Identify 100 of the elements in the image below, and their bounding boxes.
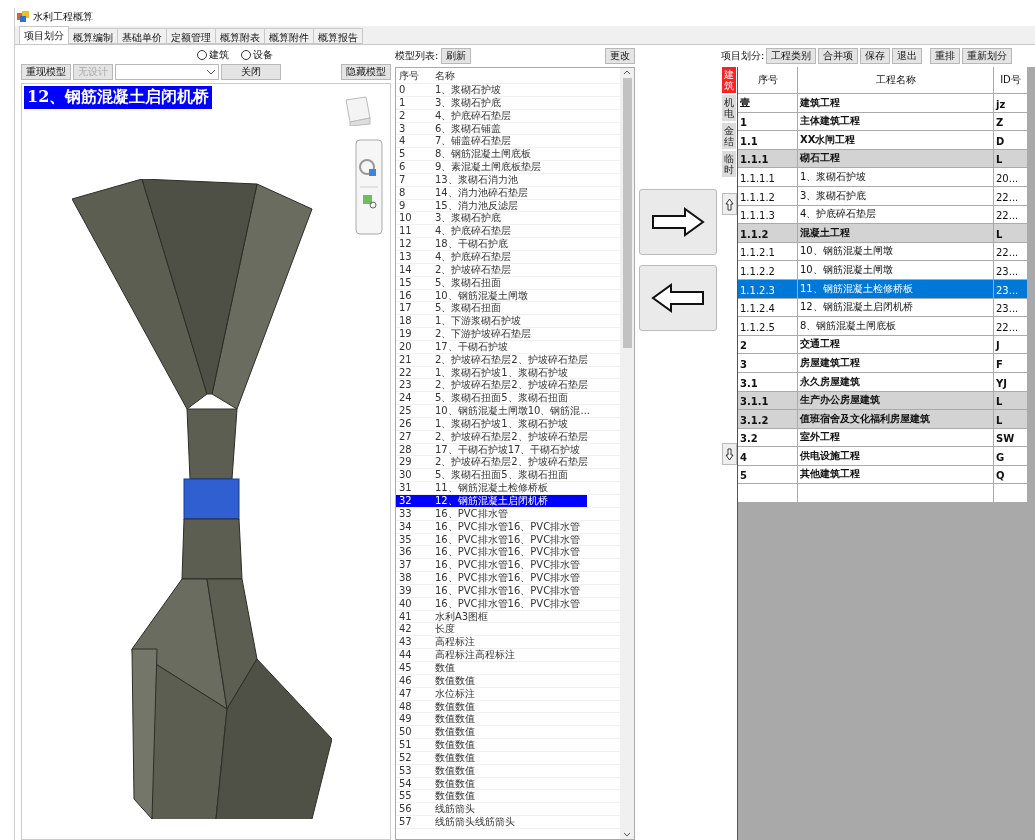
toolbar-button[interactable]: 重新划分 [962,48,1013,64]
model-name[interactable]: 16、PVC排水管16、PVC排水管 [432,546,587,559]
model-name[interactable]: 2、护坡碎石垫层2、护坡碎石垫层 [432,430,587,443]
model-name[interactable]: 16、PVC排水管 [432,507,587,520]
model-name[interactable]: 18、干砌石护底 [432,238,587,251]
move-down-button[interactable] [721,443,737,465]
radio-button[interactable]: 建筑 [197,48,229,62]
navigation-bar-icon[interactable] [355,139,383,235]
radio-button[interactable]: 设备 [241,48,273,62]
toolbar-button[interactable]: 重现模型 [21,64,71,80]
model-name[interactable]: 11、钢筋混凝土检修桥板 [432,482,587,495]
model-name[interactable]: 数值数值 [432,790,587,803]
model-name[interactable]: 2、护坡碎石垫层2、护坡碎石垫层 [432,379,587,392]
project-name[interactable]: 值班宿舍及文化福利房屋建筑 [798,410,994,429]
side-tab[interactable]: 建筑 [722,67,736,93]
model-name[interactable]: 10、钢筋混凝土闸墩 [432,289,587,302]
model-name[interactable]: 16、PVC排水管16、PVC排水管 [432,584,587,597]
tab[interactable]: 概算附件 [264,28,314,44]
toolbar-button[interactable]: 合并项 [818,48,859,64]
model-name[interactable]: 高程标注 [432,636,587,649]
model-name[interactable]: 16、PVC排水管16、PVC排水管 [432,533,587,546]
model-name[interactable]: 6、浆砌石铺盖 [432,122,587,135]
project-name[interactable]: 房屋建筑工程 [798,354,994,373]
model-name[interactable]: 2、护坡碎石垫层2、护坡碎石垫层 [432,456,587,469]
model-name[interactable]: 16、PVC排水管16、PVC排水管 [432,572,587,585]
side-tab[interactable]: 临时 [722,151,736,177]
model-name[interactable]: 12、钢筋混凝土启闭机桥 [432,495,587,507]
model-name[interactable]: 1、下游浆砌石护坡 [432,315,587,328]
model-name[interactable]: 数值 [432,661,587,674]
model-name[interactable]: 水位标注 [432,687,587,700]
model-name[interactable]: 线筋箭头线筋箭头 [432,816,587,829]
toolbar-button[interactable]: 工程类别 [766,48,817,64]
model-name[interactable]: 数值数值 [432,674,587,687]
model-name[interactable]: 3、浆砌石护底 [432,212,587,225]
project-name[interactable]: 8、钢筋混凝土闸底板 [798,317,994,336]
model-name[interactable]: 7、铺盖碎石垫层 [432,135,587,148]
model-name[interactable]: 17、干砌石护坡17、干砌石护坡 [432,443,587,456]
project-name[interactable]: 10、钢筋混凝土闸墩 [798,261,994,280]
model-name[interactable]: 5、浆砌石扭面5、浆砌石扭面 [432,469,587,482]
side-tab[interactable]: 金结 [722,123,736,149]
model-name[interactable]: 水利A3图框 [432,610,587,623]
model-name[interactable]: 1、浆砌石护坡1、浆砌石护坡 [432,417,587,430]
change-button[interactable]: 更改 [605,48,635,64]
model-name[interactable]: 数值数值 [432,700,587,713]
model-name[interactable]: 2、护坡碎石垫层2、护坡碎石垫层 [432,353,587,366]
close-button[interactable]: 关闭 [221,64,281,80]
project-name[interactable]: 混凝土工程 [798,224,994,243]
tab[interactable]: 概算附表 [215,28,265,44]
toolbar-button[interactable]: 保存 [860,48,891,64]
project-name[interactable]: 1、浆砌石护坡 [798,168,994,187]
toolbar-button[interactable]: 退出 [892,48,923,64]
model-name[interactable]: 16、PVC排水管16、PVC排水管 [432,559,587,572]
tab[interactable]: 定额管理 [166,28,216,44]
scroll-up-icon[interactable] [623,68,631,76]
refresh-button[interactable]: 刷新 [441,48,472,64]
side-tab[interactable]: 机电 [722,95,736,121]
model-name[interactable]: 16、PVC排水管16、PVC排水管 [432,520,587,533]
project-name[interactable]: 建筑工程 [798,94,994,113]
toolbar-button[interactable]: 重排 [930,48,961,64]
model-name[interactable]: 数值数值 [432,764,587,777]
model-name[interactable]: 数值数值 [432,713,587,726]
model-name[interactable]: 4、护底碎石垫层 [432,109,587,122]
model-name[interactable]: 16、PVC排水管16、PVC排水管 [432,597,587,610]
tab[interactable]: 基础单价 [117,28,167,44]
model-name[interactable]: 1、浆砌石护坡1、浆砌石护坡 [432,366,587,379]
model-name[interactable]: 2、护坡碎石垫层 [432,263,587,276]
tab[interactable]: 概算报告 [313,28,363,44]
project-name[interactable]: XX水闸工程 [798,131,994,150]
model-name[interactable]: 5、浆砌石扭面 [432,302,587,315]
model-name[interactable]: 数值数值 [432,739,587,752]
scrollbar-thumb[interactable] [622,78,632,348]
tab[interactable]: 项目划分 [19,26,69,44]
model-name[interactable]: 线筋箭头 [432,803,587,816]
model-name[interactable]: 17、干砌石护坡 [432,340,587,353]
model-name[interactable]: 14、消力池碎石垫层 [432,186,587,199]
model-name[interactable]: 5、浆砌石扭面5、浆砌石扭面 [432,392,587,405]
model-name[interactable]: 9、素混凝土闸底板垫层 [432,161,587,174]
add-button[interactable] [639,189,717,255]
model-name[interactable]: 长度 [432,623,587,636]
move-up-button[interactable] [721,193,737,215]
tab[interactable]: 概算编制 [68,28,118,44]
model-name[interactable]: 4、护底碎石垫层 [432,250,587,263]
scroll-down-icon[interactable] [623,831,631,839]
model-name[interactable]: 2、下游护坡碎石垫层 [432,328,587,341]
model-name[interactable]: 数值数值 [432,726,587,739]
model-name[interactable]: 10、钢筋混凝土闸墩10、钢筋混... [432,405,587,418]
model-name[interactable]: 15、消力池反滤层 [432,199,587,212]
model-name[interactable]: 3、浆砌石护底 [432,96,587,109]
model-name[interactable]: 13、浆砌石消力池 [432,173,587,186]
model-name[interactable]: 4、护底碎石垫层 [432,225,587,238]
model-name[interactable]: 高程标注高程标注 [432,649,587,662]
model-name[interactable]: 数值数值 [432,777,587,790]
dropdown-field[interactable] [115,64,219,80]
model-name[interactable]: 8、钢筋混凝土闸底板 [432,148,587,161]
model-name[interactable]: 数值数值 [432,751,587,764]
hide-model-button[interactable]: 隐藏模型 [341,64,391,80]
model-name[interactable]: 1、浆砌石护坡 [432,84,587,96]
model-name[interactable]: 5、浆砌石扭面 [432,276,587,289]
remove-button[interactable] [639,265,717,331]
project-name[interactable]: 供电设施工程 [798,447,994,466]
